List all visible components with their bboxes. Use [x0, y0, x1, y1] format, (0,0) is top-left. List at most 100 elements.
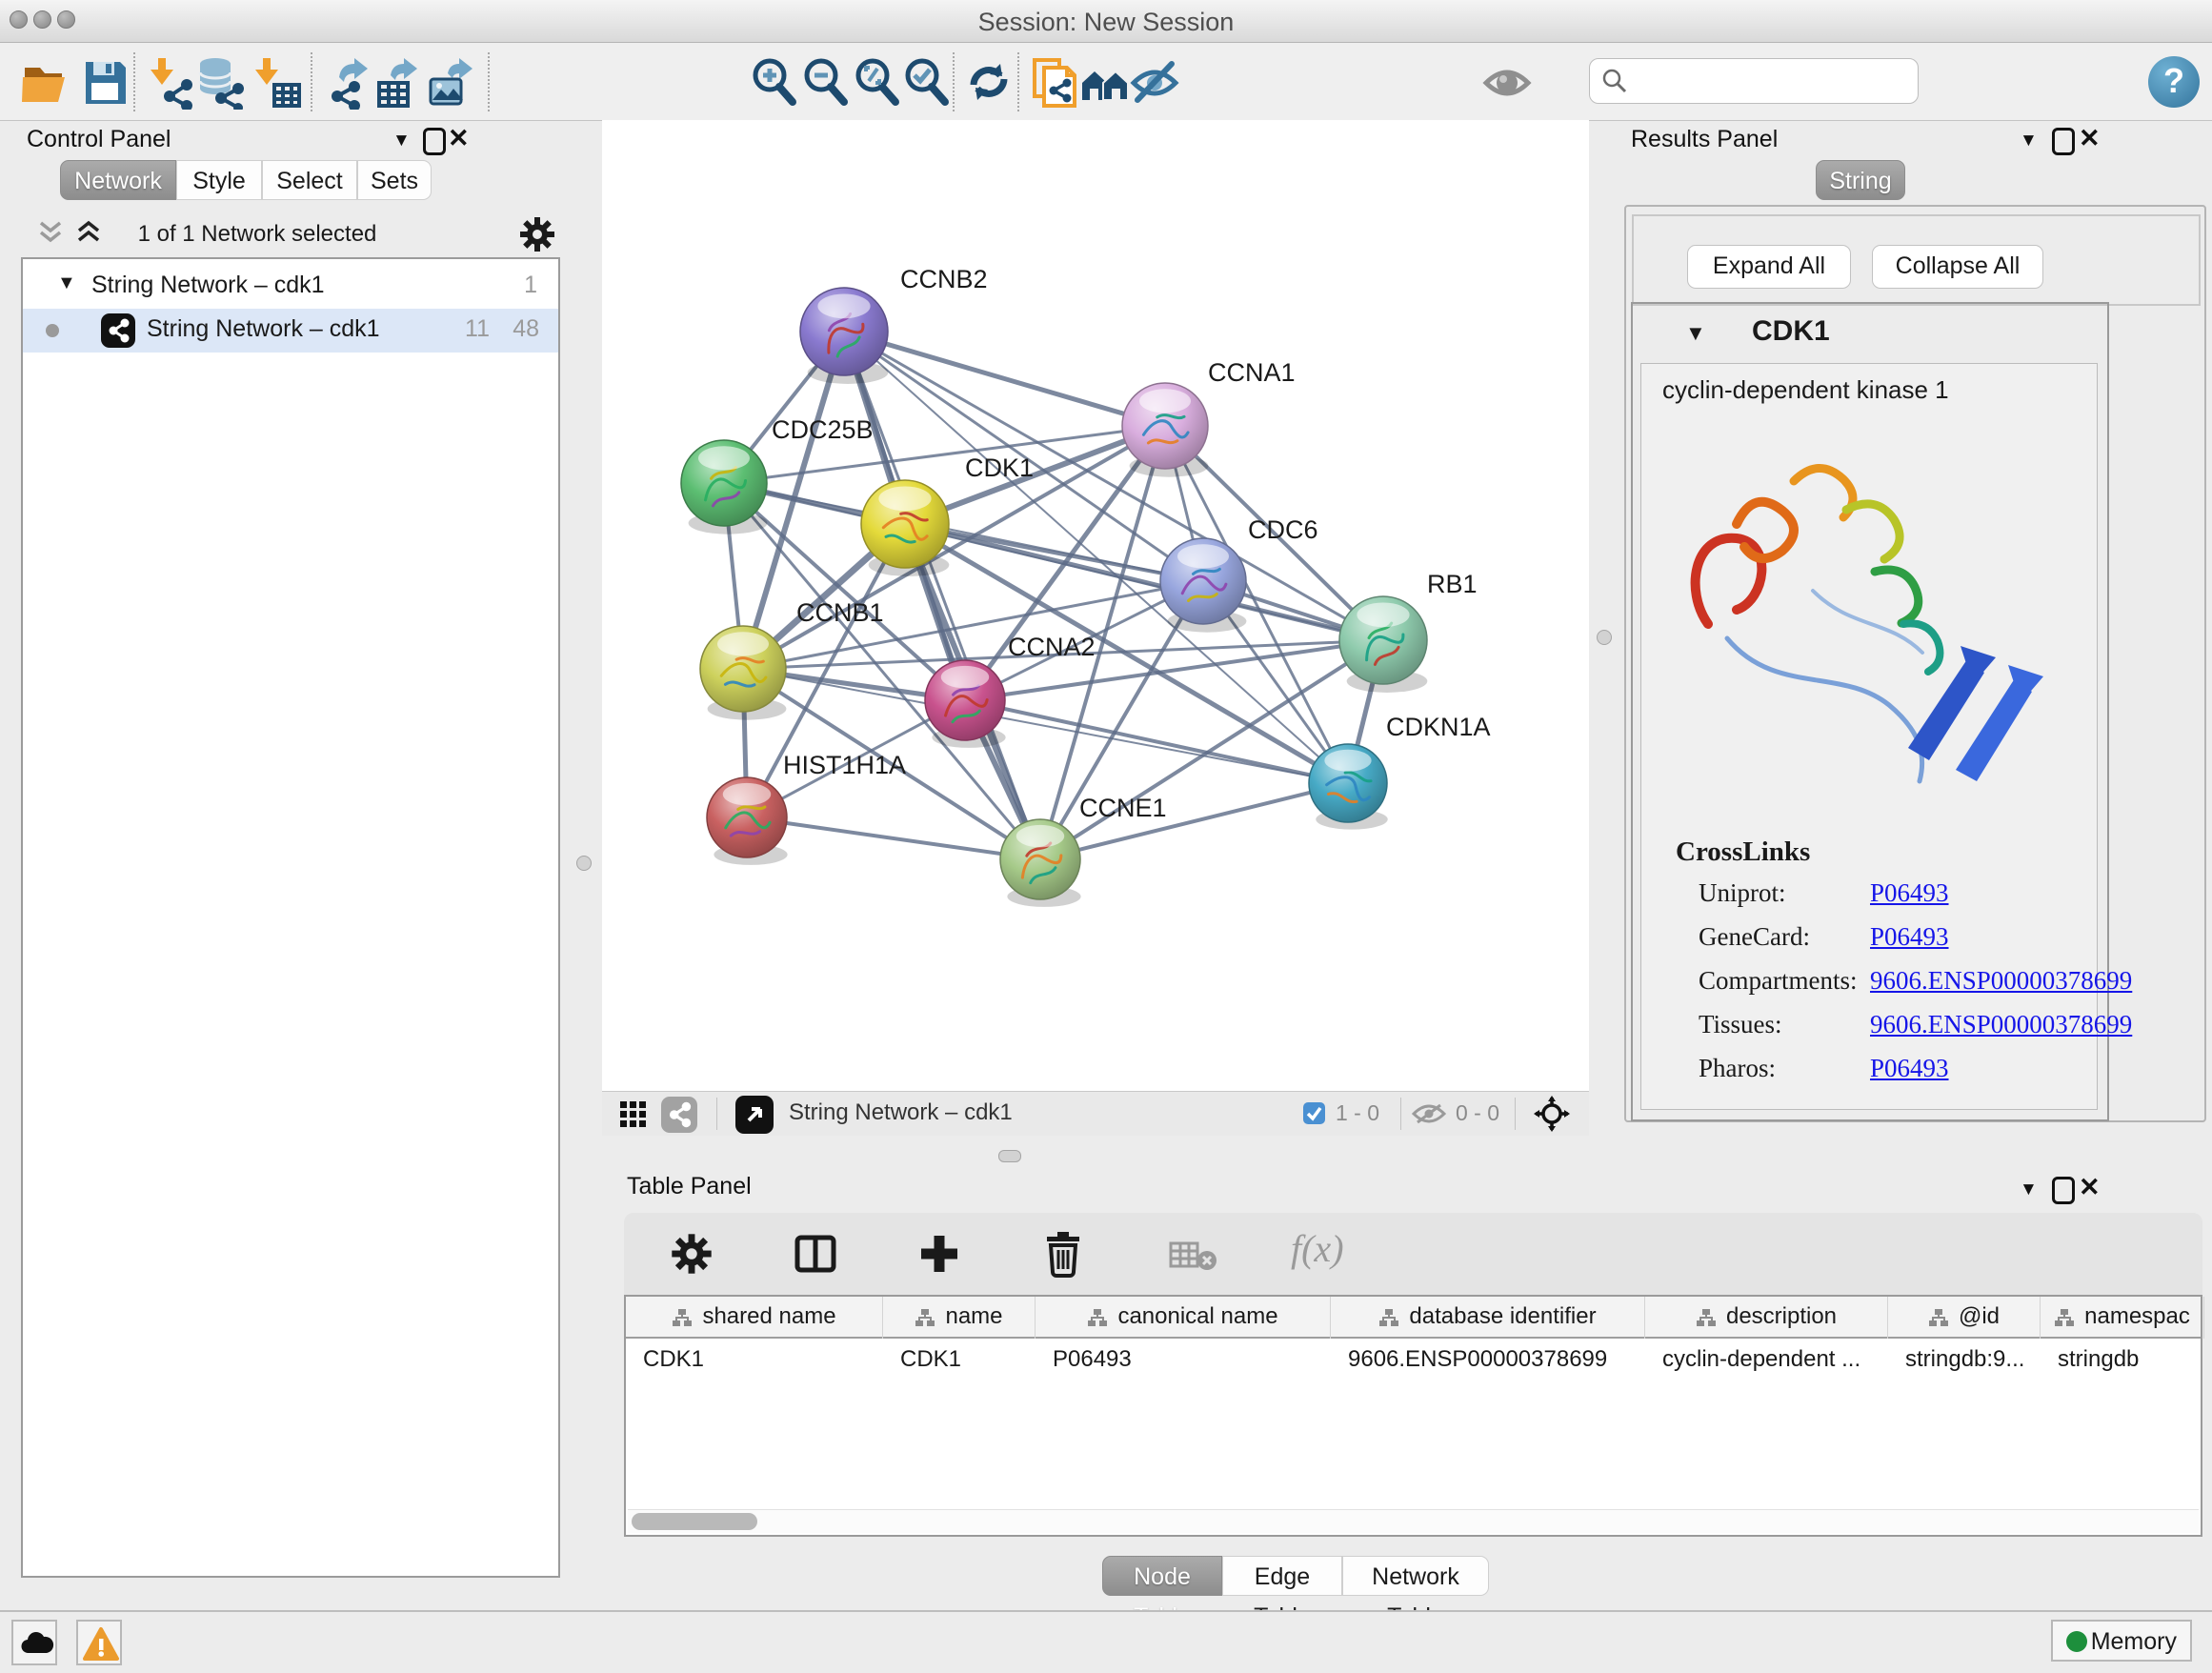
- tab-style[interactable]: Style: [176, 160, 262, 200]
- network-canvas[interactable]: CCNB2CCNA1CDC25BCDK1CDC6RB1CCNB1CCNA2CDK…: [602, 120, 1589, 1091]
- control-panel-menu-icon[interactable]: ▼: [392, 131, 411, 151]
- node-label-RB1: RB1: [1427, 570, 1478, 598]
- tab-edge-table[interactable]: Edge Table: [1222, 1556, 1342, 1596]
- crosslink-link[interactable]: P06493: [1870, 922, 1949, 952]
- tab-network-table[interactable]: Network Table: [1342, 1556, 1489, 1596]
- column-header-shared-name[interactable]: shared name: [626, 1297, 883, 1339]
- tab-sets[interactable]: Sets: [357, 160, 432, 200]
- warning-status-button[interactable]: [76, 1620, 122, 1665]
- import-table-icon[interactable]: [250, 54, 303, 110]
- cell-name[interactable]: CDK1: [883, 1340, 1036, 1381]
- protein-structure-image: [1670, 419, 2070, 829]
- first-neighbors-icon[interactable]: [1078, 54, 1132, 110]
- column-header-namespac[interactable]: namespac: [2041, 1297, 2204, 1339]
- network-row[interactable]: String Network – cdk1 11 48: [23, 309, 558, 353]
- delete-table-icon[interactable]: [1169, 1240, 1218, 1272]
- network-node-CDC6[interactable]: CDC6: [1160, 515, 1318, 633]
- search-input[interactable]: [1636, 63, 1910, 99]
- collection-count: 1: [524, 272, 537, 299]
- cell--id[interactable]: stringdb:9...: [1888, 1340, 2041, 1381]
- tab-network[interactable]: Network: [60, 160, 176, 200]
- tab-node-table[interactable]: Node Table: [1102, 1556, 1222, 1596]
- network-node-HIST1H1A[interactable]: HIST1H1A: [707, 751, 906, 865]
- zoom-fit-icon[interactable]: [850, 54, 903, 110]
- import-network-file-icon[interactable]: [145, 54, 198, 110]
- network-share-view-icon[interactable]: [661, 1097, 697, 1133]
- table-panel-menu-icon[interactable]: ▼: [2020, 1179, 2038, 1200]
- horizontal-splitter-handle[interactable]: [998, 1150, 1021, 1162]
- crosslink-link[interactable]: P06493: [1870, 878, 1949, 908]
- crosslink-label: Pharos:: [1699, 1054, 1776, 1083]
- tab-string[interactable]: String: [1816, 160, 1905, 200]
- grid-view-icon[interactable]: [619, 1100, 648, 1129]
- results-panel-menu-icon[interactable]: ▼: [2020, 131, 2038, 151]
- cell-namespac[interactable]: stringdb: [2041, 1340, 2204, 1381]
- export-table-icon[interactable]: [372, 54, 425, 110]
- refresh-icon[interactable]: [962, 54, 1016, 110]
- gear-icon[interactable]: [518, 215, 556, 253]
- cell-canonical-name[interactable]: P06493: [1036, 1340, 1331, 1381]
- expand-all-icon[interactable]: [74, 217, 103, 246]
- delete-column-trash-icon[interactable]: [1041, 1230, 1085, 1278]
- column-header--id[interactable]: @id: [1888, 1297, 2041, 1339]
- function-builder-icon[interactable]: f(x): [1291, 1226, 1344, 1271]
- tree-expand-icon[interactable]: ▼: [57, 272, 76, 294]
- open-file-icon[interactable]: [19, 54, 72, 110]
- cell-shared-name[interactable]: CDK1: [626, 1340, 883, 1381]
- column-header-name[interactable]: name: [883, 1297, 1036, 1339]
- birdseye-toggle-icon[interactable]: [735, 1096, 774, 1134]
- right-splitter-handle[interactable]: [1597, 630, 1612, 645]
- title-bar: Session: New Session: [0, 0, 2212, 43]
- add-column-icon[interactable]: [917, 1232, 961, 1276]
- cloud-status-button[interactable]: [11, 1620, 57, 1665]
- show-all-icon[interactable]: [1480, 54, 1534, 110]
- selected-checkbox-icon[interactable]: [1303, 1102, 1325, 1124]
- cell-description[interactable]: cyclin-dependent ...: [1645, 1340, 1888, 1381]
- network-node-CDKN1A[interactable]: CDKN1A: [1309, 713, 1491, 830]
- column-header-database-identifier[interactable]: database identifier: [1331, 1297, 1645, 1339]
- zoom-selected-icon[interactable]: [899, 54, 953, 110]
- crosslink-link[interactable]: P06493: [1870, 1054, 1949, 1083]
- hide-selected-icon[interactable]: [1128, 54, 1181, 110]
- collapse-all-button[interactable]: Collapse All: [1872, 245, 2043, 289]
- collapse-all-icon[interactable]: [36, 217, 65, 246]
- node-table: shared namenamecanonical namedatabase id…: [624, 1295, 2202, 1537]
- column-header-description[interactable]: description: [1645, 1297, 1888, 1339]
- hidden-nodes-edges-badge: 0 - 0: [1456, 1100, 1499, 1126]
- table-panel-float-icon[interactable]: [2052, 1177, 2075, 1204]
- expand-all-button[interactable]: Expand All: [1687, 245, 1851, 289]
- zoom-in-icon[interactable]: [747, 54, 800, 110]
- results-panel-close-icon[interactable]: ✕: [2079, 124, 2101, 153]
- tab-select[interactable]: Select: [262, 160, 357, 200]
- results-panel-float-icon[interactable]: [2052, 128, 2075, 155]
- column-header-canonical-name[interactable]: canonical name: [1036, 1297, 1331, 1339]
- section-collapse-icon[interactable]: ▼: [1685, 321, 1706, 346]
- network-node-CCNA1[interactable]: CCNA1: [1122, 358, 1296, 477]
- fit-content-crosshair-icon[interactable]: [1534, 1096, 1570, 1132]
- import-network-database-icon[interactable]: [194, 54, 248, 110]
- memory-button[interactable]: Memory: [2051, 1620, 2192, 1662]
- zoom-out-icon[interactable]: [798, 54, 852, 110]
- show-columns-icon[interactable]: [794, 1232, 837, 1276]
- network-collection-row[interactable]: ▼ String Network – cdk1 1: [23, 265, 558, 309]
- clone-network-icon[interactable]: [1027, 54, 1080, 110]
- hscrollbar-thumb[interactable]: [632, 1513, 757, 1530]
- table-panel-close-icon[interactable]: ✕: [2079, 1173, 2101, 1202]
- node-label-CCNB2: CCNB2: [900, 265, 988, 293]
- crosslink-link[interactable]: 9606.ENSP00000378699: [1870, 1010, 2132, 1039]
- network-node-RB1[interactable]: RB1: [1339, 570, 1478, 693]
- cell-database-identifier[interactable]: 9606.ENSP00000378699: [1331, 1340, 1645, 1381]
- table-settings-gear-icon[interactable]: [670, 1232, 714, 1276]
- node-label-CDK1: CDK1: [965, 454, 1034, 482]
- crosslink-link[interactable]: 9606.ENSP00000378699: [1870, 966, 2132, 996]
- export-image-icon[interactable]: [425, 54, 478, 110]
- crosslink-label: Compartments:: [1699, 966, 1857, 996]
- help-icon[interactable]: ?: [2148, 56, 2200, 108]
- control-panel-close-icon[interactable]: ✕: [448, 124, 470, 153]
- control-panel-float-icon[interactable]: [423, 128, 446, 155]
- left-splitter-handle[interactable]: [576, 856, 592, 871]
- export-network-icon[interactable]: [322, 54, 375, 110]
- save-session-icon[interactable]: [78, 54, 131, 110]
- toolbar-separator: [953, 52, 955, 111]
- table-hscrollbar[interactable]: [628, 1509, 2199, 1533]
